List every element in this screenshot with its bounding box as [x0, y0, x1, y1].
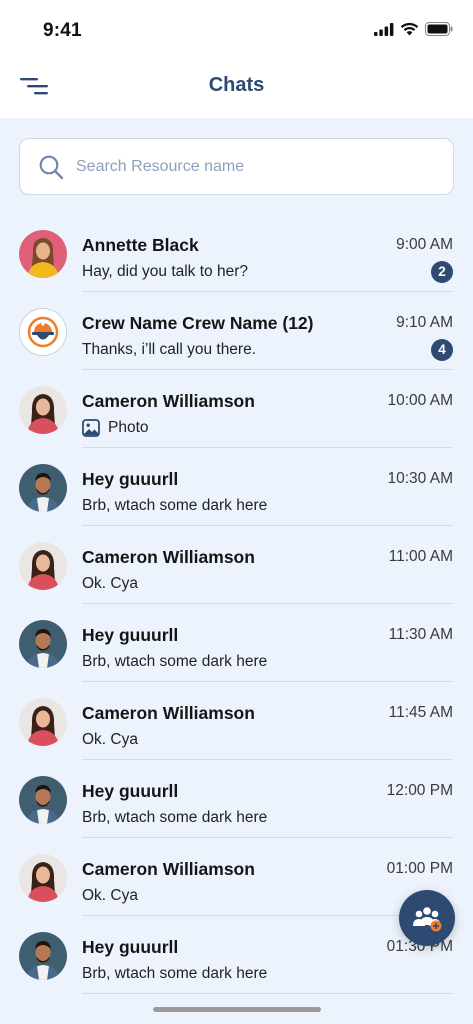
avatar: [19, 932, 67, 980]
chat-name: Annette Black: [82, 235, 199, 255]
chat-time: 10:00 AM: [387, 392, 454, 409]
status-time: 9:41: [43, 20, 82, 41]
search-icon: [39, 155, 64, 180]
avatar: [19, 464, 67, 512]
chat-item-cameron-williamson[interactable]: Cameron Williamson 11:00 AM Ok. Cya: [0, 526, 473, 604]
chat-item-cameron-williamson[interactable]: Cameron Williamson 11:45 AM Ok. Cya: [0, 682, 473, 760]
new-group-chat-button[interactable]: [399, 890, 455, 946]
photo-icon: [82, 419, 100, 437]
chat-list: Annette Black 9:00 AM Hay, did you talk …: [0, 214, 473, 994]
chat-message: Ok. Cya: [82, 731, 138, 748]
battery-icon: [425, 22, 453, 36]
chat-time: 11:45 AM: [388, 704, 453, 721]
search-bar[interactable]: [19, 138, 454, 195]
avatar: [19, 698, 67, 746]
avatar: [19, 854, 67, 902]
chat-message: Brb, wtach some dark here: [82, 653, 268, 670]
crew-logo-avatar: [19, 308, 67, 356]
group-add-icon: [413, 907, 442, 932]
chat-message: Brb, wtach some dark here: [82, 497, 268, 514]
app-header: Chats: [0, 60, 473, 118]
chat-name: Hey guuurll: [82, 781, 179, 801]
avatar: [19, 230, 67, 278]
avatar: [19, 620, 67, 668]
unread-badge: 4: [431, 339, 453, 361]
chat-message: Ok. Cya: [82, 887, 138, 904]
chat-time: 11:30 AM: [388, 626, 453, 643]
chat-name: Cameron Williamson: [82, 859, 255, 879]
chat-time: 10:30 AM: [387, 470, 454, 487]
chat-item-annette-black[interactable]: Annette Black 9:00 AM Hay, did you talk …: [0, 214, 473, 292]
chat-item-hey-guuurll[interactable]: Hey guuurll 12:00 PM Brb, wtach some dar…: [0, 760, 473, 838]
chat-time: 12:00 PM: [386, 782, 453, 799]
home-indicator: [153, 1007, 321, 1012]
chat-name: Crew Name Crew Name (12): [82, 313, 314, 333]
chat-item-crew[interactable]: Crew Name Crew Name (12) 9:10 AM Thanks,…: [0, 292, 473, 370]
status-icons: [374, 22, 453, 36]
chat-name: Cameron Williamson: [82, 703, 255, 723]
search-input[interactable]: [76, 139, 436, 194]
chat-message: Brb, wtach some dark here: [82, 809, 268, 826]
chat-message: Thanks, i’ll call you there.: [82, 341, 257, 358]
chat-message: Ok. Cya: [82, 575, 138, 592]
chat-message: Brb, wtach some dark here: [82, 965, 268, 982]
page-title: Chats: [208, 74, 265, 96]
status-bar: 9:41: [0, 0, 473, 60]
unread-badge: 2: [431, 261, 453, 283]
chat-time: 9:00 AM: [396, 236, 453, 253]
chat-time: 01:00 PM: [386, 860, 453, 877]
chat-name: Hey guuurll: [82, 937, 179, 957]
avatar: [19, 776, 67, 824]
chat-message: Hay, did you talk to her?: [82, 263, 248, 280]
wifi-icon: [400, 22, 419, 36]
chat-name: Cameron Williamson: [82, 391, 255, 411]
chat-item-hey-guuurll[interactable]: Hey guuurll 11:30 AM Brb, wtach some dar…: [0, 604, 473, 682]
chat-message: Photo: [108, 419, 149, 436]
avatar: [19, 386, 67, 434]
chat-name: Hey guuurll: [82, 625, 179, 645]
signal-icon: [374, 22, 394, 36]
chat-item-cameron-williamson[interactable]: Cameron Williamson 10:00 AM Photo: [0, 370, 473, 448]
avatar: [19, 542, 67, 590]
divider: [82, 993, 453, 994]
chat-name: Cameron Williamson: [82, 547, 255, 567]
chat-time: 9:10 AM: [396, 314, 453, 331]
chat-time: 11:00 AM: [388, 548, 453, 565]
chat-item-hey-guuurll[interactable]: Hey guuurll 10:30 AM Brb, wtach some dar…: [0, 448, 473, 526]
chat-name: Hey guuurll: [82, 469, 179, 489]
